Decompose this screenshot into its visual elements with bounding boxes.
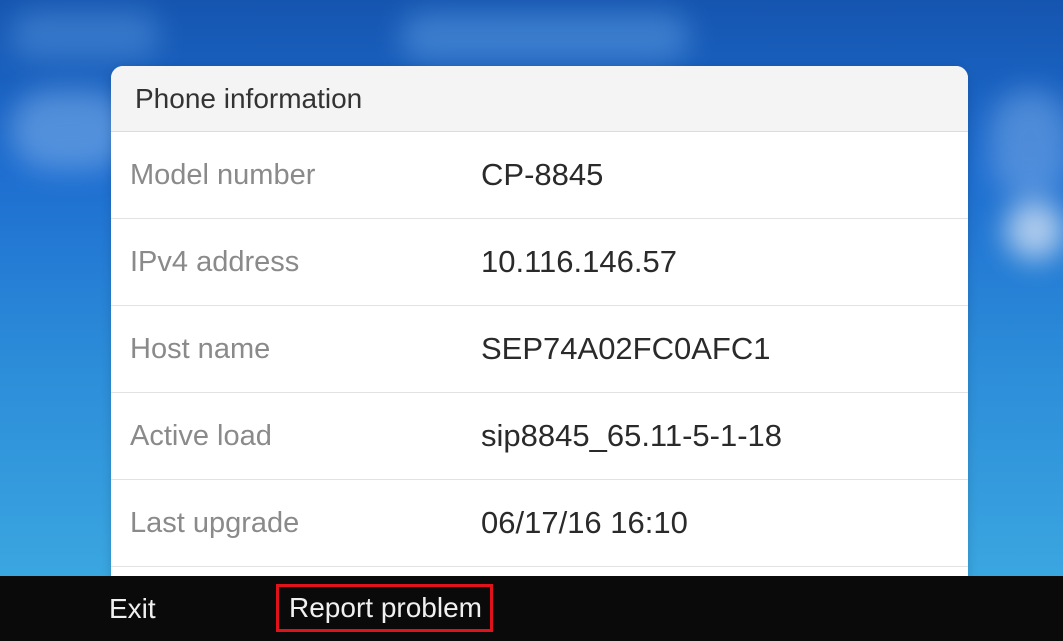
info-row-host-name: Host name SEP74A02FC0AFC1 xyxy=(111,306,968,393)
info-label: Host name xyxy=(130,332,271,365)
dialog-header: Phone information xyxy=(111,66,968,132)
info-value: SEP74A02FC0AFC1 xyxy=(481,331,771,366)
info-row-last-upgrade: Last upgrade 06/17/16 16:10 xyxy=(111,480,968,567)
info-row-ipv4-address: IPv4 address 10.116.146.57 xyxy=(111,219,968,306)
info-row-model-number: Model number CP-8845 xyxy=(111,132,968,219)
info-label: Model number xyxy=(130,158,316,191)
info-value: 06/17/16 16:10 xyxy=(481,505,688,540)
blurred-side-icon xyxy=(1005,200,1063,260)
phone-information-dialog: Phone information Model number CP-8845 I… xyxy=(111,66,968,586)
info-value: 10.116.146.57 xyxy=(481,244,677,279)
softkey-bar: Exit Report problem xyxy=(0,576,1063,641)
phone-screen: Phone information Model number CP-8845 I… xyxy=(0,0,1063,641)
info-label: IPv4 address xyxy=(130,245,300,278)
blurred-header-left xyxy=(10,10,160,60)
info-label: Last upgrade xyxy=(130,506,300,539)
blurred-side-panel xyxy=(990,90,1063,200)
info-value: sip8845_65.11-5-1-18 xyxy=(481,418,783,453)
dialog-title: Phone information xyxy=(135,82,363,114)
info-label: Active load xyxy=(130,419,272,452)
blurred-header-center xyxy=(400,12,690,62)
report-problem-softkey[interactable]: Report problem xyxy=(276,584,493,632)
info-row-active-load: Active load sip8845_65.11-5-1-18 xyxy=(111,393,968,480)
exit-softkey[interactable]: Exit xyxy=(109,576,156,641)
info-value: CP-8845 xyxy=(481,157,604,192)
